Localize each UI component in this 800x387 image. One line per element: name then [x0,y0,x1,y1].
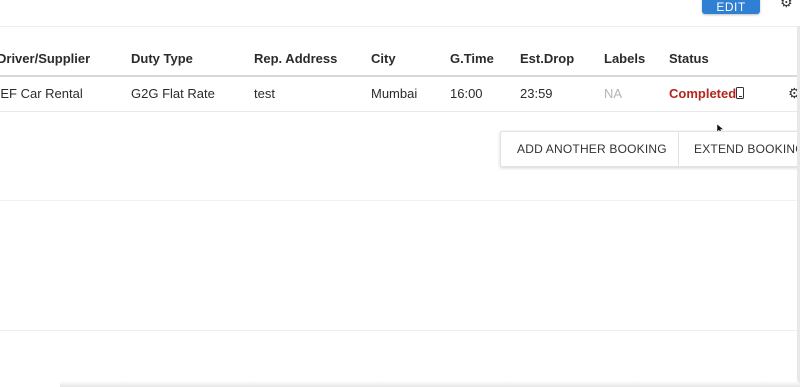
section-divider [0,200,800,201]
cell-driver: DEF Car Rental [0,86,83,101]
booking-actions: ADD ANOTHER BOOKING EXTEND BOOKING [500,131,800,167]
section-divider [0,330,800,331]
column-header-rep-address[interactable]: Rep. Address [254,51,337,66]
status-badge: Completed [669,86,737,101]
table-header: Driver/Supplier Duty Type Rep. Address C… [0,40,800,77]
gear-icon[interactable]: ⚙ [780,0,793,11]
edit-button[interactable]: EDIT [702,0,760,14]
bottom-panel-edge [60,381,800,387]
mobile-phone-icon[interactable] [736,87,744,99]
top-toolbar: EDIT ⚙ [0,0,800,27]
cell-rep-address: test [254,86,275,101]
column-header-driver[interactable]: Driver/Supplier [0,51,90,66]
column-header-labels[interactable]: Labels [604,51,645,66]
column-header-est-drop[interactable]: Est.Drop [520,51,574,66]
cell-city: Mumbai [371,86,418,101]
column-header-g-time[interactable]: G.Time [450,51,494,66]
column-header-city[interactable]: City [371,51,396,66]
cell-est-drop: 23:59 [520,86,553,101]
cell-g-time: 16:00 [450,86,483,101]
extend-booking-button[interactable]: EXTEND BOOKING [694,132,800,166]
cell-labels: NA [604,86,623,101]
action-divider [678,132,679,166]
table-row[interactable]: DEF Car Rental G2G Flat Rate test Mumbai… [0,77,800,112]
column-header-status[interactable]: Status [669,51,709,66]
column-header-duty-type[interactable]: Duty Type [131,51,193,66]
add-another-booking-button[interactable]: ADD ANOTHER BOOKING [517,132,667,166]
cell-duty-type: G2G Flat Rate [131,86,215,101]
